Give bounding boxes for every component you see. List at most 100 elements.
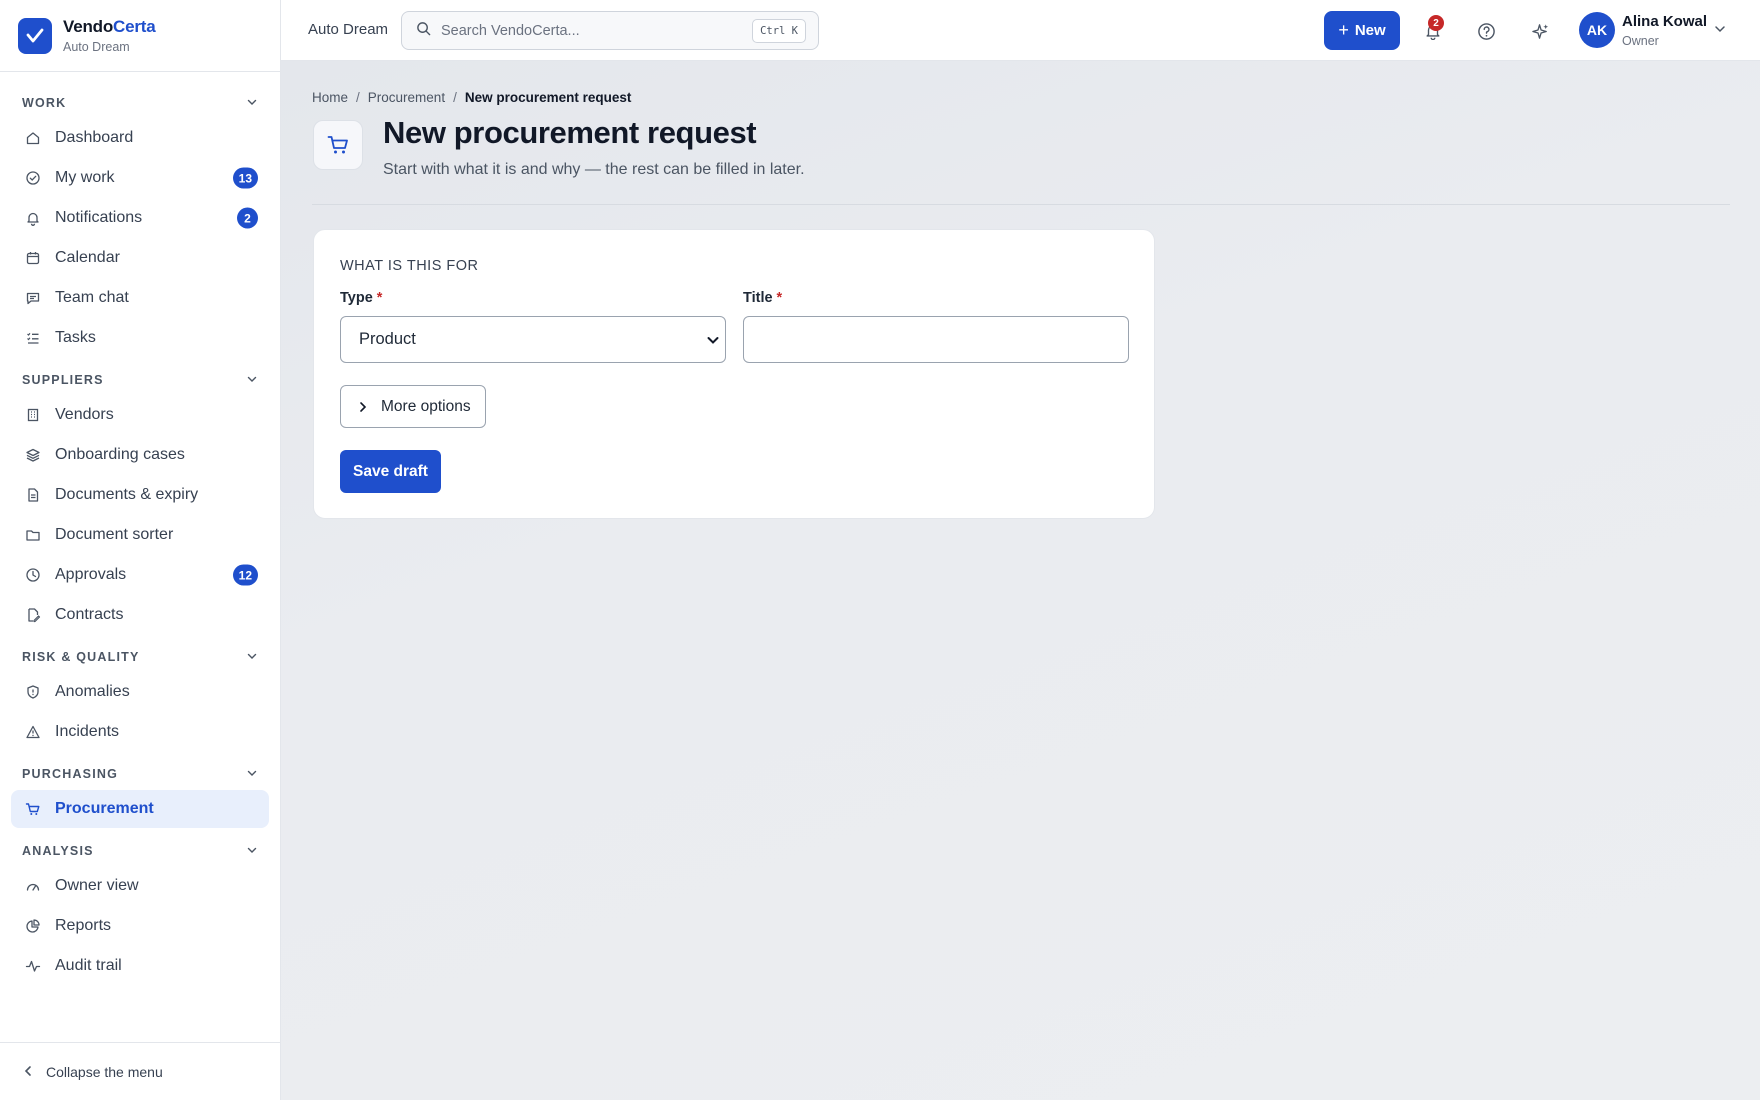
- plus-icon: +: [1338, 20, 1349, 40]
- title-label: Title *: [743, 290, 783, 306]
- clock-icon: [25, 567, 41, 583]
- chevron-down-icon: [705, 332, 721, 353]
- request-form-card: WHAT IS THIS FOR Type * Product Title * Mo…: [313, 229, 1155, 519]
- more-options-button[interactable]: More options: [340, 385, 486, 428]
- sidebar-item-reports[interactable]: Reports: [11, 907, 269, 945]
- sidebar-item-calendar[interactable]: Calendar: [11, 239, 269, 277]
- breadcrumb-current: New procurement request: [464, 90, 632, 105]
- sidebar-section-suppliers[interactable]: SUPPLIERS: [0, 365, 280, 395]
- sidebar-item-dashboard[interactable]: Dashboard: [11, 119, 269, 157]
- more-options-label: More options: [381, 397, 471, 415]
- collapse-menu-label: Collapse the menu: [46, 1063, 163, 1080]
- sidebar-item-approvals[interactable]: Approvals 12: [11, 556, 269, 594]
- sidebar-item-tasks[interactable]: Tasks: [11, 319, 269, 357]
- chevron-right-icon: [357, 401, 369, 413]
- title-field[interactable]: [743, 316, 1129, 363]
- sidebar-item-contracts[interactable]: Contracts: [11, 596, 269, 634]
- divider: [312, 204, 1730, 205]
- sidebar-item-label: Vendors: [55, 406, 114, 423]
- form-section-title: WHAT IS THIS FOR: [340, 258, 479, 274]
- sidebar-item-label: Incidents: [55, 723, 120, 740]
- sidebar-item-label: Team chat: [55, 289, 129, 306]
- chevron-left-icon: [22, 1064, 34, 1080]
- count-badge: 13: [232, 167, 258, 189]
- sidebar-item-onboarding-cases[interactable]: Onboarding cases: [11, 436, 269, 474]
- search-input[interactable]: Search VendoCerta... Ctrl K: [401, 11, 819, 50]
- sidebar-item-vendors[interactable]: Vendors: [11, 396, 269, 434]
- sidebar-item-owner-view[interactable]: Owner view: [11, 867, 269, 905]
- user-menu-chevron-down-icon[interactable]: [1713, 22, 1727, 41]
- breadcrumb-home[interactable]: Home: [312, 90, 348, 105]
- sidebar-item-label: Contracts: [55, 606, 124, 623]
- sparkles-icon[interactable]: [1529, 20, 1551, 42]
- sidebar-section-work[interactable]: WORK: [0, 88, 280, 118]
- sidebar-section-risk-and-quality[interactable]: RISK & QUALITY: [0, 642, 280, 672]
- sidebar-item-label: Approvals: [55, 566, 127, 583]
- save-draft-button[interactable]: Save draft: [340, 450, 441, 493]
- home-icon: [25, 130, 41, 146]
- sidebar-item-label: Procurement: [55, 800, 154, 817]
- type-select-value: Product: [359, 330, 416, 348]
- brand-name: VendoCerta: [63, 17, 156, 36]
- type-label: Type *: [340, 290, 383, 306]
- sidebar-item-document-sorter[interactable]: Document sorter: [11, 516, 269, 554]
- sidebar-item-label: Reports: [55, 917, 112, 934]
- sidebar-section-title: WORK: [22, 96, 67, 110]
- sidebar-item-label: Dashboard: [55, 129, 134, 146]
- sidebar-section-analysis[interactable]: ANALYSIS: [0, 836, 280, 866]
- sidebar-item-label: Onboarding cases: [55, 446, 185, 463]
- chevron-down-icon: [246, 650, 258, 665]
- breadcrumb-procurement[interactable]: Procurement: [368, 90, 445, 105]
- warning-icon: [25, 724, 41, 740]
- user-role: Owner: [1622, 34, 1659, 48]
- chevron-down-icon: [246, 844, 258, 859]
- collapse-menu-button[interactable]: Collapse the menu: [0, 1042, 280, 1100]
- sidebar-nav: WORK Dashboard My work 13 Notifications 2 Cale…: [0, 72, 280, 985]
- sidebar-item-team-chat[interactable]: Team chat: [11, 279, 269, 317]
- sidebar: VendoCerta Auto Dream WORK Dashboard My wo…: [0, 0, 281, 1100]
- sidebar-item-label: Audit trail: [55, 957, 122, 974]
- sidebar-item-label: Anomalies: [55, 683, 130, 700]
- building-icon: [25, 407, 41, 423]
- help-icon[interactable]: [1475, 20, 1497, 42]
- sidebar-item-documents-and-expiry[interactable]: Documents & expiry: [11, 476, 269, 514]
- avatar[interactable]: AK: [1579, 12, 1615, 48]
- sidebar-section-title: ANALYSIS: [22, 844, 94, 858]
- count-badge: 2: [237, 207, 258, 229]
- sidebar-item-incidents[interactable]: Incidents: [11, 713, 269, 751]
- breadcrumb-separator: /: [356, 90, 360, 105]
- bell-icon: [25, 210, 41, 226]
- sidebar-item-notifications[interactable]: Notifications 2: [11, 199, 269, 237]
- folder-icon: [25, 527, 41, 543]
- check-circle-icon: [25, 170, 41, 186]
- sidebar-item-label: Owner view: [55, 877, 139, 894]
- sidebar-section-title: RISK & QUALITY: [22, 650, 140, 664]
- sidebar-item-label: My work: [55, 169, 115, 186]
- notification-count-badge: 2: [1428, 15, 1444, 31]
- sidebar-item-label: Notifications: [55, 209, 143, 226]
- sidebar-item-anomalies[interactable]: Anomalies: [11, 673, 269, 711]
- brand-logo-icon: [18, 17, 52, 54]
- sidebar-item-audit-trail[interactable]: Audit trail: [11, 947, 269, 985]
- brand[interactable]: VendoCerta Auto Dream: [0, 0, 280, 72]
- sidebar-section-title: SUPPLIERS: [22, 373, 104, 387]
- user-name[interactable]: Alina Kowal: [1622, 13, 1707, 30]
- new-button-label: New: [1354, 22, 1386, 39]
- count-badge: 12: [232, 564, 258, 586]
- sidebar-item-my-work[interactable]: My work 13: [11, 159, 269, 197]
- type-select[interactable]: Product: [340, 316, 726, 363]
- list-check-icon: [25, 330, 41, 346]
- chevron-down-icon: [246, 373, 258, 388]
- activity-icon: [25, 958, 41, 974]
- main-content: Home / Procurement / New procurement req…: [281, 61, 1760, 1100]
- sidebar-item-label: Documents & expiry: [55, 486, 199, 503]
- breadcrumb-separator: /: [453, 90, 457, 105]
- new-button[interactable]: + New: [1324, 11, 1400, 50]
- topbar: Auto Dream Search VendoCerta... Ctrl K +…: [281, 0, 1760, 61]
- sidebar-item-procurement[interactable]: Procurement: [11, 790, 269, 828]
- breadcrumb: Home / Procurement / New procurement req…: [312, 90, 631, 105]
- search-icon: [416, 21, 431, 41]
- page-subtitle: Start with what it is and why — the rest…: [383, 161, 805, 178]
- sidebar-section-purchasing[interactable]: PURCHASING: [0, 759, 280, 789]
- document-icon: [25, 487, 41, 503]
